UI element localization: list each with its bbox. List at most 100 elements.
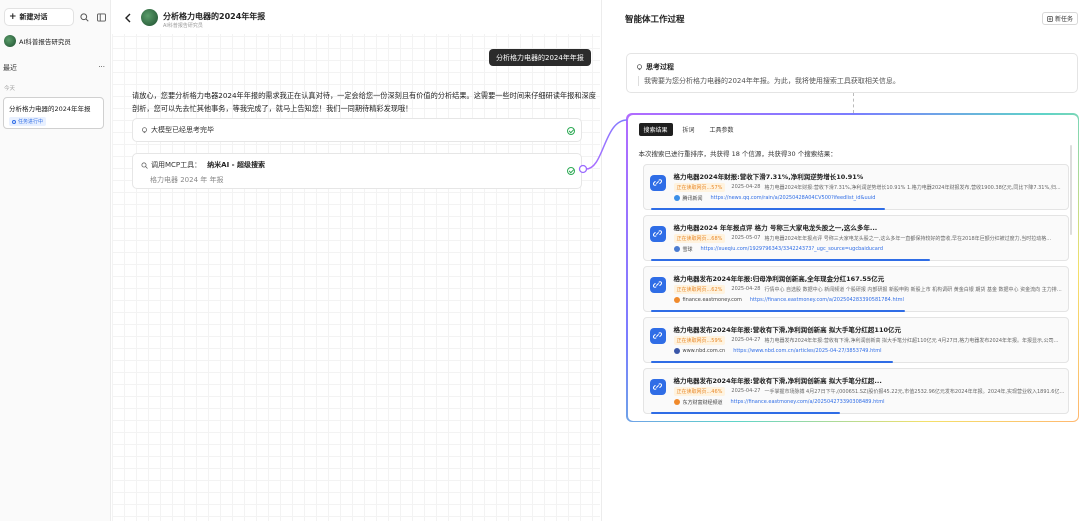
result-meta: 正在读取网页...57% 2025-04-28 格力电器2024年财报:营收下滑… xyxy=(673,182,1066,192)
relevance-badge: 正在读取网页...68% xyxy=(673,233,726,243)
thinking-title: 思考过程 xyxy=(636,62,674,72)
agent-name: AI科普报告研究员 xyxy=(19,38,71,46)
chat-header: 分析格力电器的2024年年报 AI科普报告研究员 xyxy=(112,0,600,34)
recent-label: 最近 xyxy=(3,64,17,72)
thinking-status-card[interactable]: 大模型已经思考完毕 xyxy=(132,118,582,142)
status-badge: 任务进行中 xyxy=(9,117,47,126)
result-title: 格力电器2024年财报:营收下滑7.31%,净利润逆势增长10.91% xyxy=(673,172,864,181)
relevance-badge: 正在读取网页...46% xyxy=(673,386,726,396)
result-title: 格力电器发布2024年年报:营收有下滑,净利润创新高 拟大手笔分红超110亿元 xyxy=(673,325,902,334)
result-date: 2025-04-27 xyxy=(731,388,761,394)
source-name: 东方财富财经频道 xyxy=(682,399,723,406)
progress-icon xyxy=(12,119,16,124)
more-icon[interactable]: ··· xyxy=(98,63,105,73)
new-chat-label: 新建对话 xyxy=(19,13,48,21)
tool-call-line: 调用MCP工具： 纳米AI - 超级搜索 xyxy=(141,160,573,170)
check-icon xyxy=(567,167,575,175)
result-snippet: 行情中心 自选股 数据中心 新闻频道 个股研报 内部研报 新股申购 新股上市 机… xyxy=(764,286,1066,293)
result-source: www.nbd.com.cn https://www.nbd.com.cn/ar… xyxy=(673,347,881,354)
source-name: 雪球 xyxy=(682,246,693,253)
result-date: 2025-04-28 xyxy=(731,286,761,292)
tool-name: 纳米AI - 超级搜索 xyxy=(207,161,265,169)
thinking-card: 思考过程 我需要为您分析格力电器的2024年年报。为此，我将使用搜索工具获取相关… xyxy=(626,53,1078,93)
read-progress-bar xyxy=(650,258,930,261)
sidebar: + 新建对话 AI科普报告研究员 最近 ··· 今天 分析格力电器的2024年年… xyxy=(0,0,111,521)
read-progress-bar xyxy=(650,360,893,363)
source-url[interactable]: https://www.nbd.com.cn/articles/2025-04-… xyxy=(733,348,881,354)
assistant-reply: 请放心，您要分析格力电器2024年年报的需求我正在认真对待，一定会给您一份深刻且… xyxy=(132,91,596,113)
recent-header: 最近 ··· xyxy=(3,63,105,73)
sidebar-top: + 新建对话 xyxy=(4,8,107,26)
source-name: www.nbd.com.cn xyxy=(682,347,726,354)
result-tabs: 搜索结果 拆词 工具参数 xyxy=(638,122,744,136)
read-progress-bar xyxy=(650,309,905,312)
source-url[interactable]: https://finance.eastmoney.com/a/20250427… xyxy=(731,399,885,405)
result-date: 2025-04-28 xyxy=(731,184,761,190)
link-icon xyxy=(649,378,666,395)
result-item[interactable]: 格力电器2024 年年报点评 格力 号称三大家电龙头股之一,这么多年... 正在… xyxy=(642,214,1069,261)
tab-search-results[interactable]: 搜索结果 xyxy=(638,122,673,136)
tab-keywords[interactable]: 拆词 xyxy=(678,123,700,136)
result-date: 2025-05-07 xyxy=(731,235,761,241)
result-source: finance.eastmoney.com https://finance.ea… xyxy=(673,296,904,303)
source-url[interactable]: https://finance.eastmoney.com/a/20250428… xyxy=(750,297,904,303)
page-title: 分析格力电器的2024年年报 xyxy=(163,12,266,21)
back-icon[interactable] xyxy=(124,13,132,23)
new-task-icon xyxy=(1047,15,1053,22)
thinking-text: 我需要为您分析格力电器的2024年年报。为此，我将使用搜索工具获取相关信息。 xyxy=(638,76,900,86)
flow-connector xyxy=(853,93,854,113)
result-item[interactable]: 格力电器发布2024年年报:归母净利润创新高,全年现金分红167.55亿元 正在… xyxy=(642,265,1069,312)
read-progress-bar xyxy=(650,411,840,414)
link-icon xyxy=(649,327,666,344)
result-snippet: 一手掌握市场脉搏 4月27日下午,(000651.SZ)股价报45.22元,市值… xyxy=(764,388,1066,395)
sidebar-toggle-icon[interactable] xyxy=(95,11,107,23)
result-item[interactable]: 格力电器发布2024年年报:营收有下滑,净利润创新高 拟大手笔分红超110亿元 … xyxy=(642,316,1069,363)
thinking-status-text: 大模型已经思考完毕 xyxy=(151,126,214,134)
new-task-button[interactable]: 新任务 xyxy=(1042,12,1078,25)
scrollbar[interactable] xyxy=(1069,144,1072,235)
result-snippet: 格力电器2024年财报:营收下滑7.31%,净利润逆势增长10.91% 1.格力… xyxy=(764,184,1061,191)
lightbulb-icon xyxy=(637,63,642,70)
status-badge-label: 任务进行中 xyxy=(18,119,44,125)
tool-search-icon xyxy=(141,162,148,169)
tool-call-prefix: 调用MCP工具： xyxy=(151,161,202,169)
source-favicon-icon xyxy=(673,195,680,201)
conversation-item[interactable]: 分析格力电器的2024年年报 任务进行中 xyxy=(3,97,104,129)
result-title: 格力电器2024 年年报点评 格力 号称三大家电龙头股之一,这么多年... xyxy=(673,223,878,232)
source-name: 腾讯新闻 xyxy=(682,195,703,202)
search-result-card: 搜索结果 拆词 工具参数 本次搜索已进行重排序，共获得 18 个信源，共获得30… xyxy=(626,113,1079,422)
source-favicon-icon xyxy=(673,296,680,303)
source-url[interactable]: https://xueqiu.com/1929796343/334224373?… xyxy=(701,246,884,252)
source-favicon-icon xyxy=(673,347,680,354)
tool-call-card[interactable]: 调用MCP工具： 纳米AI - 超级搜索 格力电器 2024 年 年报 xyxy=(132,153,582,189)
check-icon xyxy=(567,127,575,135)
result-item[interactable]: 格力电器发布2024年年报:营收有下滑,净利润创新高 拟大手笔分红超... 正在… xyxy=(642,367,1069,414)
result-date: 2025-04-27 xyxy=(731,337,761,343)
result-item[interactable]: 格力电器2024年财报:营收下滑7.31%,净利润逆势增长10.91% 正在读取… xyxy=(642,163,1069,210)
thinking-title-text: 思考过程 xyxy=(646,63,674,71)
result-meta: 正在读取网页...68% 2025-05-07 格力电器2024年年报点评 号称… xyxy=(673,233,1066,243)
read-progress-bar xyxy=(650,207,885,210)
plus-icon: + xyxy=(9,11,17,22)
tab-tool-params[interactable]: 工具参数 xyxy=(705,123,739,136)
source-favicon-icon xyxy=(673,399,680,405)
result-source: 东方财富财经频道 https://finance.eastmoney.com/a… xyxy=(673,399,885,406)
agent-avatar xyxy=(4,35,16,47)
relevance-badge: 正在读取网页...59% xyxy=(673,335,726,345)
link-icon xyxy=(649,225,666,242)
agent-process-panel: 智能体工作过程 新任务 思考过程 我需要为您分析格力电器的2024年年报。为此，… xyxy=(601,0,1080,521)
result-source: 腾讯新闻 https://news.qq.com/rain/a/20250428… xyxy=(673,195,876,202)
source-name: finance.eastmoney.com xyxy=(682,296,742,303)
new-chat-button[interactable]: + 新建对话 xyxy=(4,8,74,26)
relevance-badge: 正在读取网页...62% xyxy=(673,284,726,294)
result-meta: 正在读取网页...59% 2025-04-27 格力电器发布2024年年报:营收… xyxy=(673,335,1066,345)
lightbulb-icon xyxy=(142,126,147,133)
search-icon[interactable] xyxy=(79,11,91,23)
panel-title: 智能体工作过程 xyxy=(625,15,685,25)
result-snippet: 格力电器发布2024年年报:营收有下滑,净利润创新高 拟大手笔分红超110亿元 … xyxy=(764,337,1059,344)
source-url[interactable]: https://news.qq.com/rain/a/20250428A04CV… xyxy=(711,195,876,201)
result-title: 格力电器发布2024年年报:营收有下滑,净利润创新高 拟大手笔分红超... xyxy=(673,376,882,385)
avatar xyxy=(141,9,158,26)
agent-entry[interactable]: AI科普报告研究员 xyxy=(4,35,71,47)
conversation-title: 分析格力电器的2024年年报 xyxy=(9,105,91,113)
